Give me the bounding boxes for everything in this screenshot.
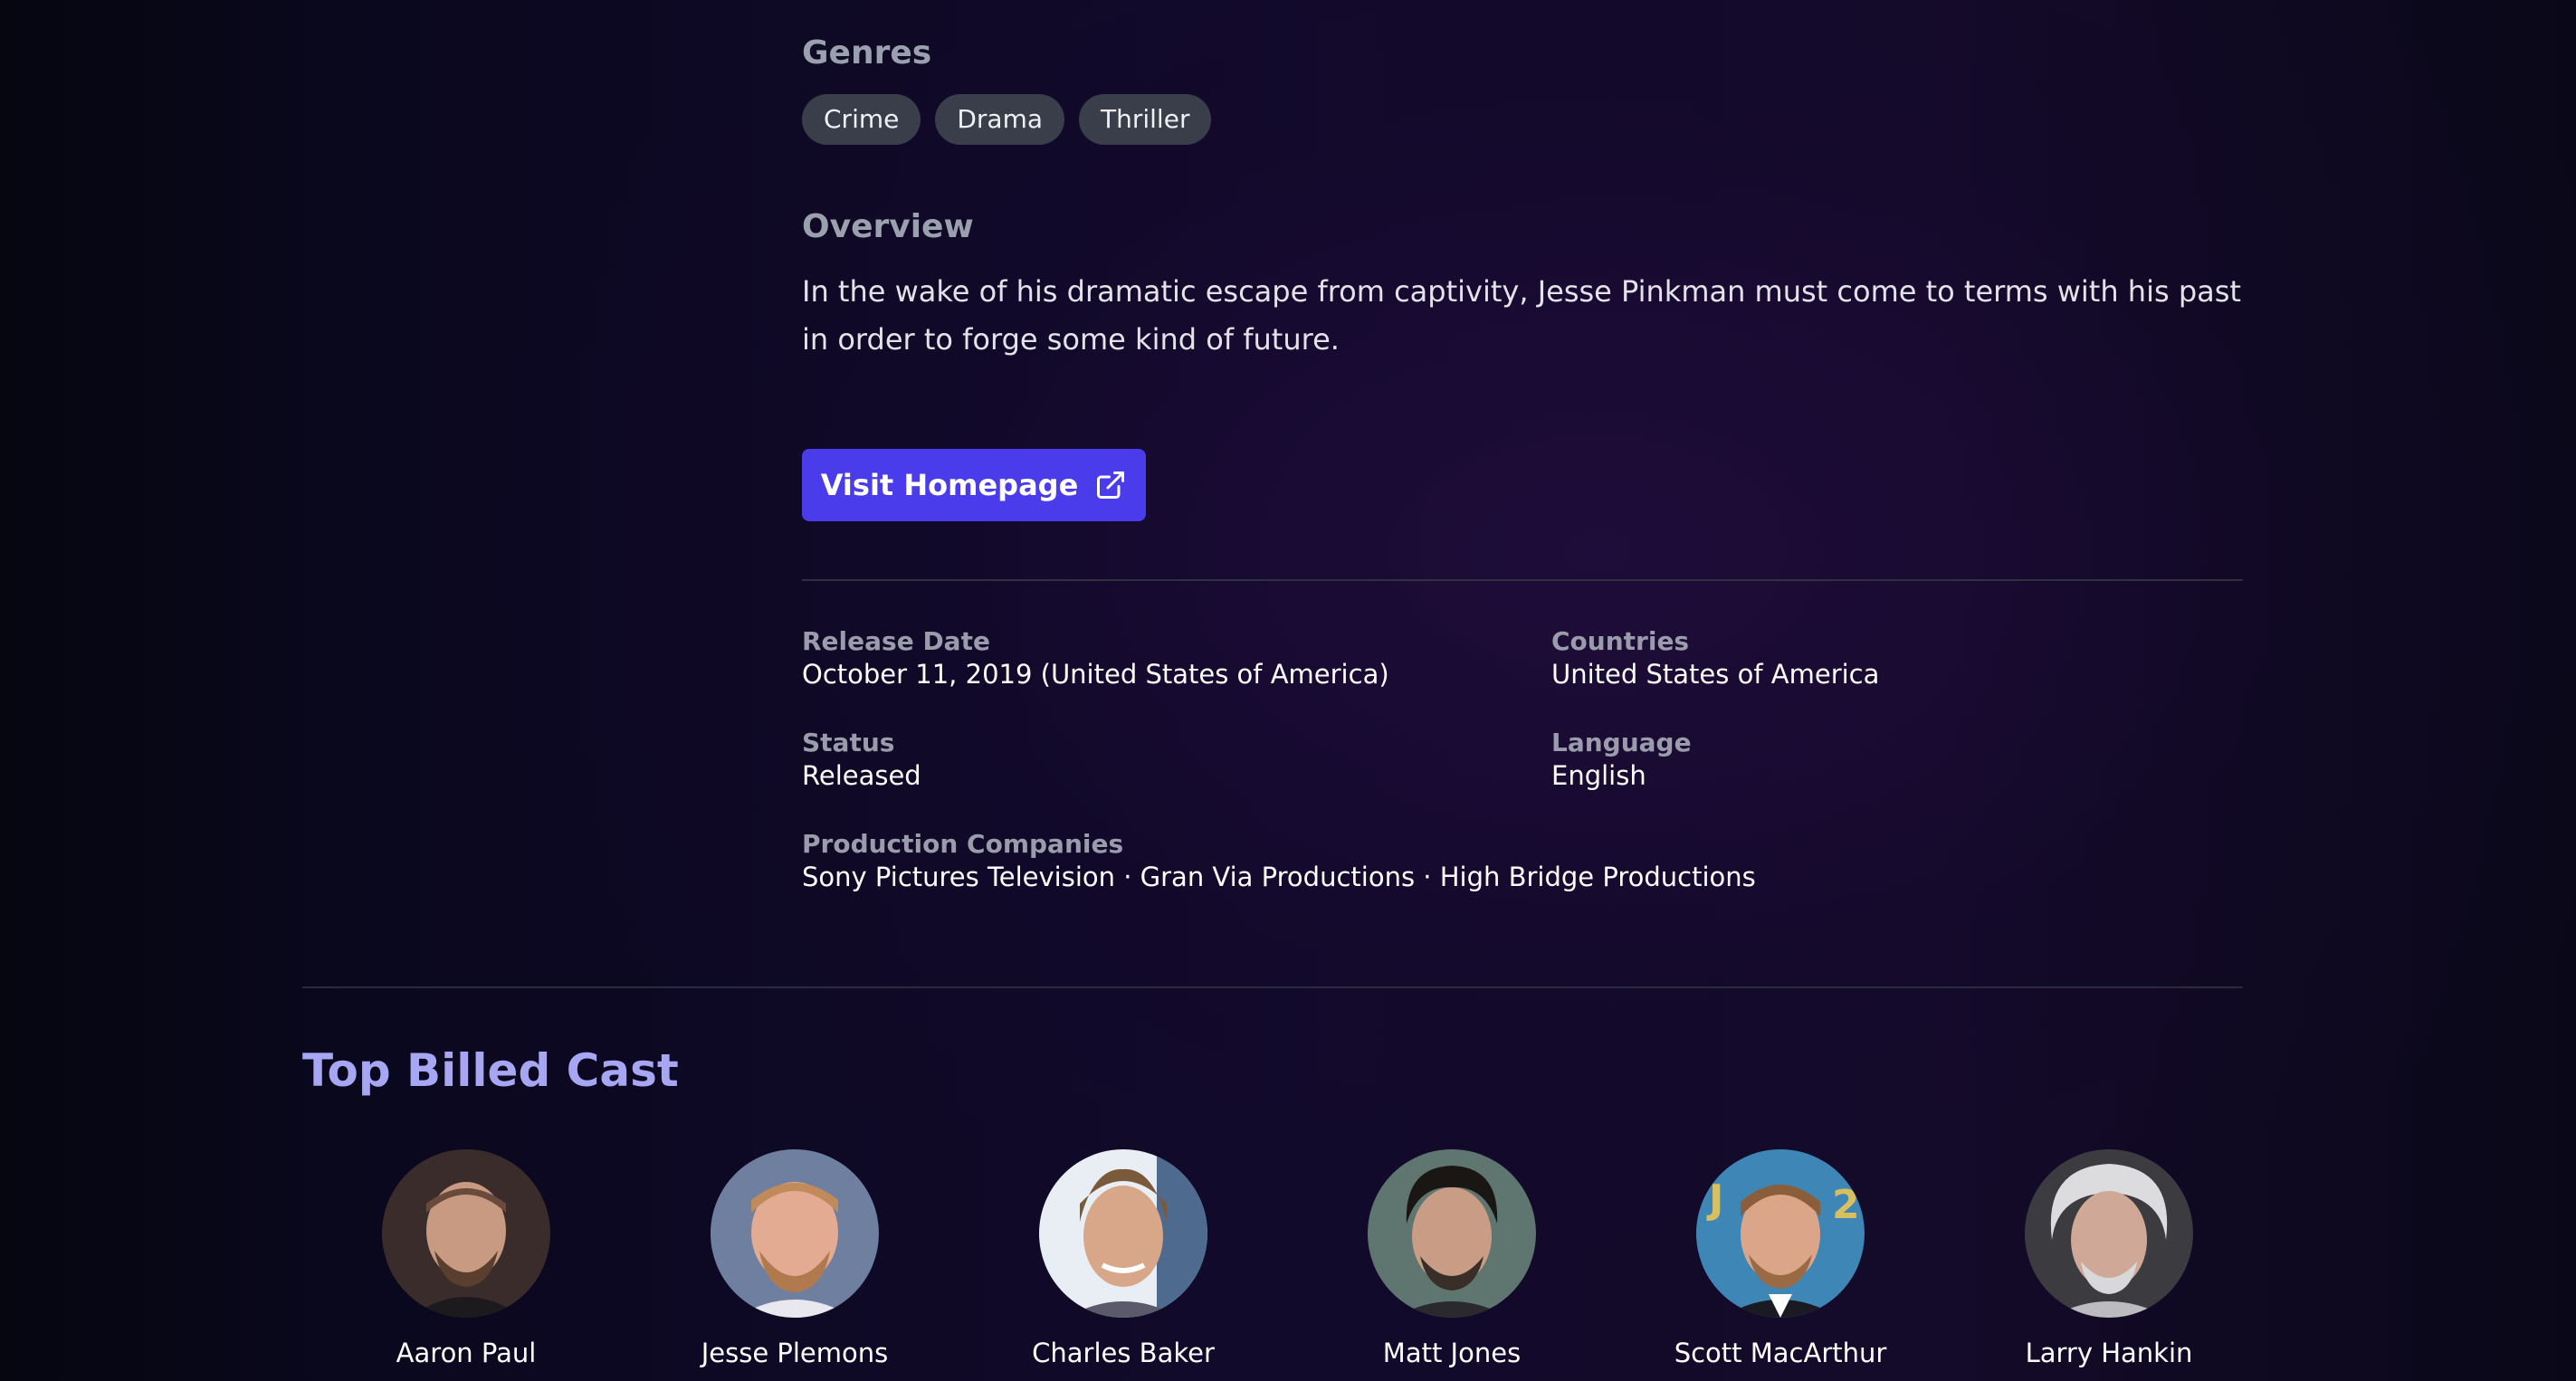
genre-pill-thriller[interactable]: Thriller bbox=[1079, 94, 1212, 145]
cast-photo bbox=[1368, 1149, 1536, 1318]
countries-value: United States of America bbox=[1551, 659, 1880, 690]
release-date-value: October 11, 2019 (United States of Ameri… bbox=[802, 659, 1389, 690]
cast-name: Larry Hankin bbox=[2025, 1338, 2193, 1368]
cast-card-matt-jones[interactable]: Matt Jones bbox=[1288, 1149, 1616, 1368]
genre-list: Crime Drama Thriller bbox=[802, 94, 1212, 145]
language-value: English bbox=[1551, 760, 1646, 791]
language-label: Language bbox=[1551, 728, 1692, 757]
release-date-label: Release Date bbox=[802, 626, 990, 656]
production-companies-item: Production Companies Sony Pictures Telev… bbox=[802, 829, 1756, 894]
cast-name: Aaron Paul bbox=[396, 1338, 537, 1368]
status-label: Status bbox=[802, 728, 895, 757]
cast-card-scott-macarthur[interactable]: J 2 Scott MacArthur bbox=[1617, 1149, 1944, 1368]
cast-list: Aaron Paul Jesse Plemons Charles Baker M… bbox=[302, 1149, 2243, 1381]
countries-item: Countries United States of America bbox=[1551, 626, 1879, 691]
overview-heading: Overview bbox=[802, 208, 974, 245]
cast-photo bbox=[711, 1149, 879, 1318]
status-item: Status Released bbox=[802, 728, 921, 793]
cast-card-larry-hankin[interactable]: Larry Hankin bbox=[1945, 1149, 2273, 1368]
cast-divider bbox=[302, 986, 2243, 988]
genre-pill-drama[interactable]: Drama bbox=[935, 94, 1065, 145]
production-companies-label: Production Companies bbox=[802, 829, 1124, 859]
cast-name: Jesse Plemons bbox=[701, 1338, 889, 1368]
svg-text:J: J bbox=[1706, 1176, 1723, 1223]
genres-heading: Genres bbox=[802, 34, 932, 71]
release-date-item: Release Date October 11, 2019 (United St… bbox=[802, 626, 1389, 691]
countries-label: Countries bbox=[1551, 626, 1690, 656]
cast-card-aaron-paul[interactable]: Aaron Paul bbox=[302, 1149, 630, 1368]
cast-card-jesse-plemons[interactable]: Jesse Plemons bbox=[631, 1149, 959, 1368]
cast-name: Charles Baker bbox=[1032, 1338, 1215, 1368]
cast-name: Matt Jones bbox=[1382, 1338, 1522, 1368]
cast-name: Scott MacArthur bbox=[1674, 1338, 1887, 1368]
external-link-icon bbox=[1097, 471, 1125, 499]
status-value: Released bbox=[802, 760, 921, 791]
genre-pill-crime[interactable]: Crime bbox=[802, 94, 921, 145]
cast-photo bbox=[382, 1149, 550, 1318]
production-companies-value: Sony Pictures Television · Gran Via Prod… bbox=[802, 862, 1756, 892]
cast-photo bbox=[2025, 1149, 2193, 1318]
visit-homepage-button[interactable]: Visit Homepage bbox=[802, 449, 1146, 521]
svg-text:2: 2 bbox=[1832, 1182, 1860, 1228]
details-divider bbox=[802, 579, 2243, 581]
language-item: Language English bbox=[1551, 728, 1692, 793]
cast-photo bbox=[1039, 1149, 1207, 1318]
cast-heading: Top Billed Cast bbox=[302, 1044, 679, 1097]
cast-card-charles-baker[interactable]: Charles Baker bbox=[959, 1149, 1287, 1368]
overview-text: In the wake of his dramatic escape from … bbox=[802, 274, 2241, 357]
cast-photo: J 2 bbox=[1696, 1149, 1865, 1318]
visit-homepage-label: Visit Homepage bbox=[820, 468, 1079, 502]
